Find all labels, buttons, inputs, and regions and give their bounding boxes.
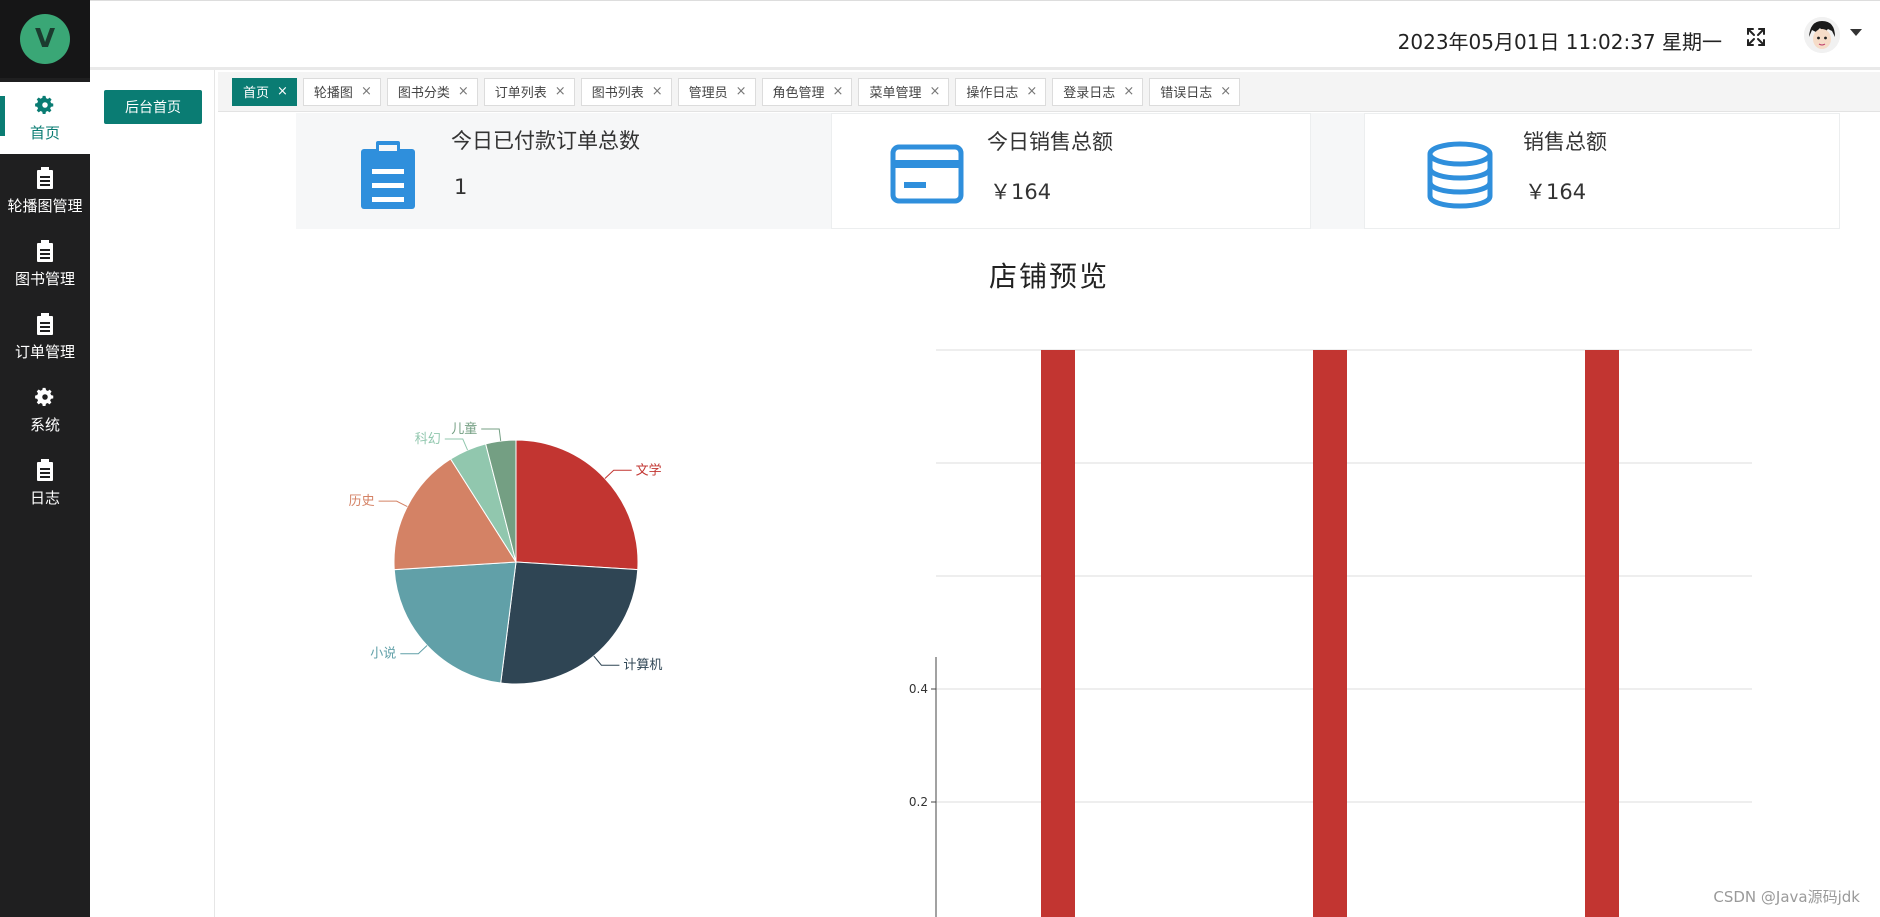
tab-4[interactable]: 图书列表 × — [580, 77, 672, 106]
bar-2[interactable] — [1585, 350, 1619, 917]
tab-1[interactable]: 轮播图 × — [302, 77, 381, 106]
tab-3[interactable]: 订单列表 × — [483, 77, 575, 106]
top-header: 2023年05月01日 11:02:37 星期一 — [90, 0, 1880, 70]
close-icon[interactable]: × — [458, 84, 469, 99]
sidebar-item-5[interactable]: 日志 — [0, 447, 90, 519]
tab-2[interactable]: 图书分类 × — [386, 77, 478, 106]
current-datetime: 2023年05月01日 11:02:37 星期一 — [1397, 30, 1722, 54]
tab-bar: 首页 × 轮播图 × 图书分类 × 订单列表 × 图书列表 × 管理员 × 角色管理 × 菜单管理 × 操作日志… — [218, 72, 1880, 112]
close-icon[interactable]: × — [652, 84, 663, 99]
clipboard-icon — [0, 459, 90, 485]
close-icon[interactable]: × — [1026, 84, 1037, 99]
sidebar-item-label: 订单管理 — [14, 343, 75, 361]
tab-label: 首页 — [243, 86, 270, 101]
tab-5[interactable]: 管理员 × — [677, 77, 756, 106]
watermark: CSDN @Java源码jdk — [1713, 888, 1860, 906]
tab-label: 角色管理 — [772, 86, 825, 101]
avatar[interactable] — [1804, 17, 1840, 53]
close-icon[interactable]: × — [555, 84, 566, 99]
y-tick-label-1: 0.4 — [909, 682, 928, 696]
close-icon[interactable]: × — [361, 84, 372, 99]
vue-logo-icon: V — [20, 14, 70, 64]
tab-8[interactable]: 操作日志 × — [955, 77, 1047, 106]
close-icon[interactable]: × — [277, 84, 288, 99]
main-content: 今日已付款订单总数 1 今日销售总额 ￥164 销售总额 ￥164 店铺预览 文… — [218, 113, 1880, 917]
sidebar-item-4[interactable]: 系统 — [0, 374, 90, 446]
tab-label: 菜单管理 — [869, 86, 922, 101]
sidebar-item-label: 日志 — [29, 489, 60, 507]
submenu-panel: 后台首页 — [90, 70, 215, 917]
clipboard-icon — [0, 313, 90, 339]
y-tick-label-0: 0.2 — [909, 795, 928, 809]
fullscreen-icon[interactable] — [1744, 25, 1768, 49]
tab-7[interactable]: 菜单管理 × — [858, 77, 950, 106]
tab-label: 操作日志 — [966, 86, 1019, 101]
tab-0[interactable]: 首页 × — [232, 77, 297, 106]
tab-6[interactable]: 角色管理 × — [761, 77, 853, 106]
close-icon[interactable]: × — [1220, 84, 1231, 99]
sidebar-item-2[interactable]: 图书管理 — [0, 228, 90, 300]
user-menu-caret-icon[interactable] — [1850, 29, 1862, 36]
tab-label: 订单列表 — [494, 86, 547, 101]
sales-bar-chart: 0.2 0.4 — [909, 349, 1752, 917]
tab-label: 图书分类 — [397, 86, 450, 101]
close-icon[interactable]: × — [736, 84, 747, 99]
tab-label: 登录日志 — [1063, 86, 1116, 101]
bar-1[interactable] — [1313, 350, 1347, 917]
close-icon[interactable]: × — [833, 84, 844, 99]
sidebar-item-label: 首页 — [29, 124, 60, 142]
sidebar: V 首页轮播图管理图书管理订单管理系统日志 — [0, 0, 90, 917]
logo[interactable]: V — [0, 0, 90, 78]
dashboard-home-button[interactable]: 后台首页 — [104, 90, 202, 124]
clipboard-icon — [0, 240, 90, 266]
close-icon[interactable]: × — [1123, 84, 1134, 99]
sidebar-item-label: 图书管理 — [14, 270, 75, 288]
tab-10[interactable]: 错误日志 × — [1149, 77, 1241, 106]
gear-icon — [0, 94, 90, 120]
close-icon[interactable]: × — [929, 84, 940, 99]
tab-label: 管理员 — [688, 86, 728, 101]
tab-label: 图书列表 — [591, 86, 644, 101]
sidebar-item-label: 系统 — [29, 416, 60, 434]
sidebar-item-3[interactable]: 订单管理 — [0, 301, 90, 373]
sidebar-item-label: 轮播图管理 — [7, 197, 83, 215]
tab-9[interactable]: 登录日志 × — [1052, 77, 1144, 106]
clipboard-icon — [0, 167, 90, 193]
sidebar-item-1[interactable]: 轮播图管理 — [0, 155, 90, 227]
sidebar-item-0[interactable]: 首页 — [0, 82, 90, 154]
bar-0[interactable] — [1041, 350, 1075, 917]
tab-label: 轮播图 — [313, 86, 353, 101]
tab-label: 错误日志 — [1160, 86, 1213, 101]
gear-icon — [0, 386, 90, 412]
